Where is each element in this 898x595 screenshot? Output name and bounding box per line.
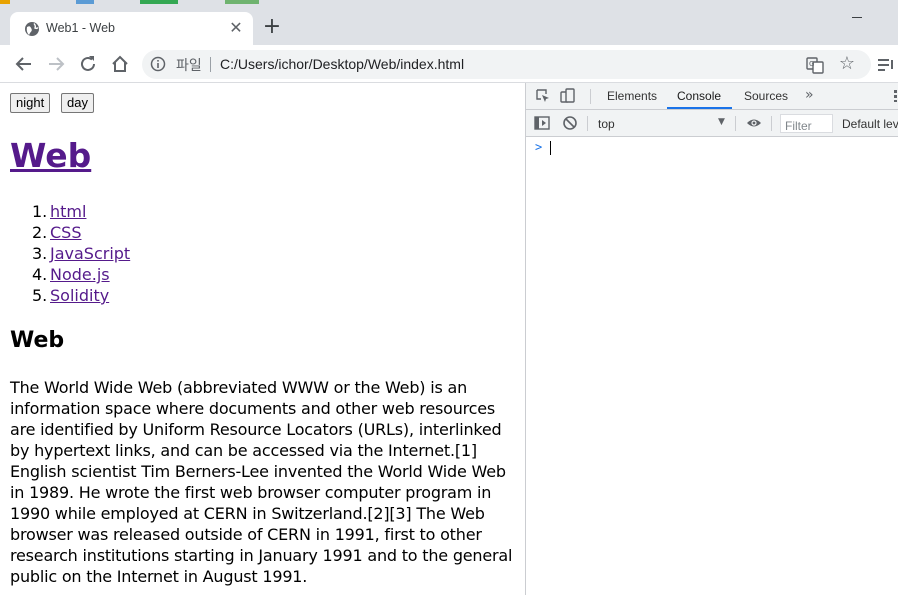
minimize-button[interactable] <box>852 17 862 18</box>
list-item: 4. Node.js <box>32 265 110 284</box>
night-button[interactable]: night <box>10 93 51 113</box>
filter-input-wrapper <box>780 114 833 134</box>
section-heading: Web <box>10 328 65 353</box>
console-toolbar: top ▼ Default levels <box>526 110 898 137</box>
topic-list: 1. html 2. CSS 3. JavaScript 4. Node.js 5. So… <box>32 201 130 306</box>
tab-sources[interactable]: Sources <box>744 89 788 103</box>
tab-title: Web1 - Web <box>46 21 116 35</box>
media-icon[interactable] <box>876 56 896 74</box>
devtools-panel: Elements Console Sources » top ▼ Filter … <box>525 83 898 595</box>
info-icon[interactable] <box>150 56 166 72</box>
sidebar-toggle-icon[interactable] <box>534 115 550 131</box>
back-icon[interactable] <box>13 53 35 75</box>
filter-input[interactable] <box>781 118 829 134</box>
list-item: 3. JavaScript <box>32 244 131 263</box>
chevron-down-icon[interactable]: ▼ <box>718 117 725 127</box>
log-levels-dropdown[interactable]: Default levels <box>842 117 898 131</box>
day-button[interactable]: day <box>61 93 94 113</box>
body-paragraph: The World Wide Web (abbreviated WWW or t… <box>10 378 513 586</box>
browser-toolbar: 파일 C:/Users/ichor/Desktop/Web/index.html… <box>0 45 898 83</box>
close-icon[interactable]: ✕ <box>226 18 246 38</box>
link-nodejs[interactable]: Node.js <box>50 265 110 284</box>
page-title-link[interactable]: Web <box>10 136 91 175</box>
tab-elements[interactable]: Elements <box>607 89 657 103</box>
address-bar[interactable]: 파일 C:/Users/ichor/Desktop/Web/index.html… <box>142 50 871 79</box>
eye-icon[interactable] <box>746 115 762 131</box>
list-item: 5. Solidity <box>32 286 110 305</box>
kebab-menu-icon[interactable] <box>894 90 897 102</box>
toolbar-separator <box>735 116 736 131</box>
globe-icon <box>25 22 39 36</box>
taskbar-edge <box>0 0 300 4</box>
context-selector[interactable]: top <box>598 117 615 131</box>
page-viewport: night day Web 1. html 2. CSS 3. JavaScript … <box>0 83 525 595</box>
link-javascript[interactable]: JavaScript <box>50 244 130 263</box>
list-item: 2. CSS <box>32 223 82 242</box>
link-solidity[interactable]: Solidity <box>50 286 109 305</box>
more-tabs-icon[interactable]: » <box>805 87 814 103</box>
forward-icon[interactable] <box>45 53 67 75</box>
bookmark-star-icon[interactable]: ☆ <box>837 54 857 74</box>
address-separator <box>210 57 211 72</box>
tab-strip: Web1 - Web ✕ + <box>0 0 898 45</box>
browser-tab[interactable]: Web1 - Web ✕ <box>10 12 253 45</box>
link-html[interactable]: html <box>50 202 86 221</box>
page-title: Web <box>10 136 91 175</box>
new-tab-button[interactable]: + <box>261 16 283 39</box>
scheme-label: 파일 <box>176 58 202 74</box>
toolbar-separator <box>771 116 772 131</box>
tab-console[interactable]: Console <box>677 89 721 103</box>
translate-icon[interactable]: G <box>806 56 824 74</box>
reload-icon[interactable] <box>77 53 99 75</box>
inspect-element-icon[interactable] <box>535 88 551 104</box>
console-caret <box>550 141 551 155</box>
tab-separator <box>590 89 591 104</box>
active-tab-indicator <box>667 107 732 109</box>
list-item: 1. html <box>32 202 87 221</box>
svg-text:G: G <box>809 60 814 68</box>
link-css[interactable]: CSS <box>50 223 81 242</box>
clear-console-icon[interactable] <box>562 115 578 131</box>
devtools-tabbar: Elements Console Sources » <box>526 83 898 110</box>
toolbar-separator <box>587 116 588 131</box>
device-toolbar-icon[interactable] <box>560 88 576 104</box>
home-icon[interactable] <box>109 53 131 75</box>
url-text[interactable]: C:/Users/ichor/Desktop/Web/index.html <box>220 56 464 72</box>
console-prompt-icon: > <box>535 140 543 154</box>
console-output[interactable]: > <box>526 137 898 595</box>
